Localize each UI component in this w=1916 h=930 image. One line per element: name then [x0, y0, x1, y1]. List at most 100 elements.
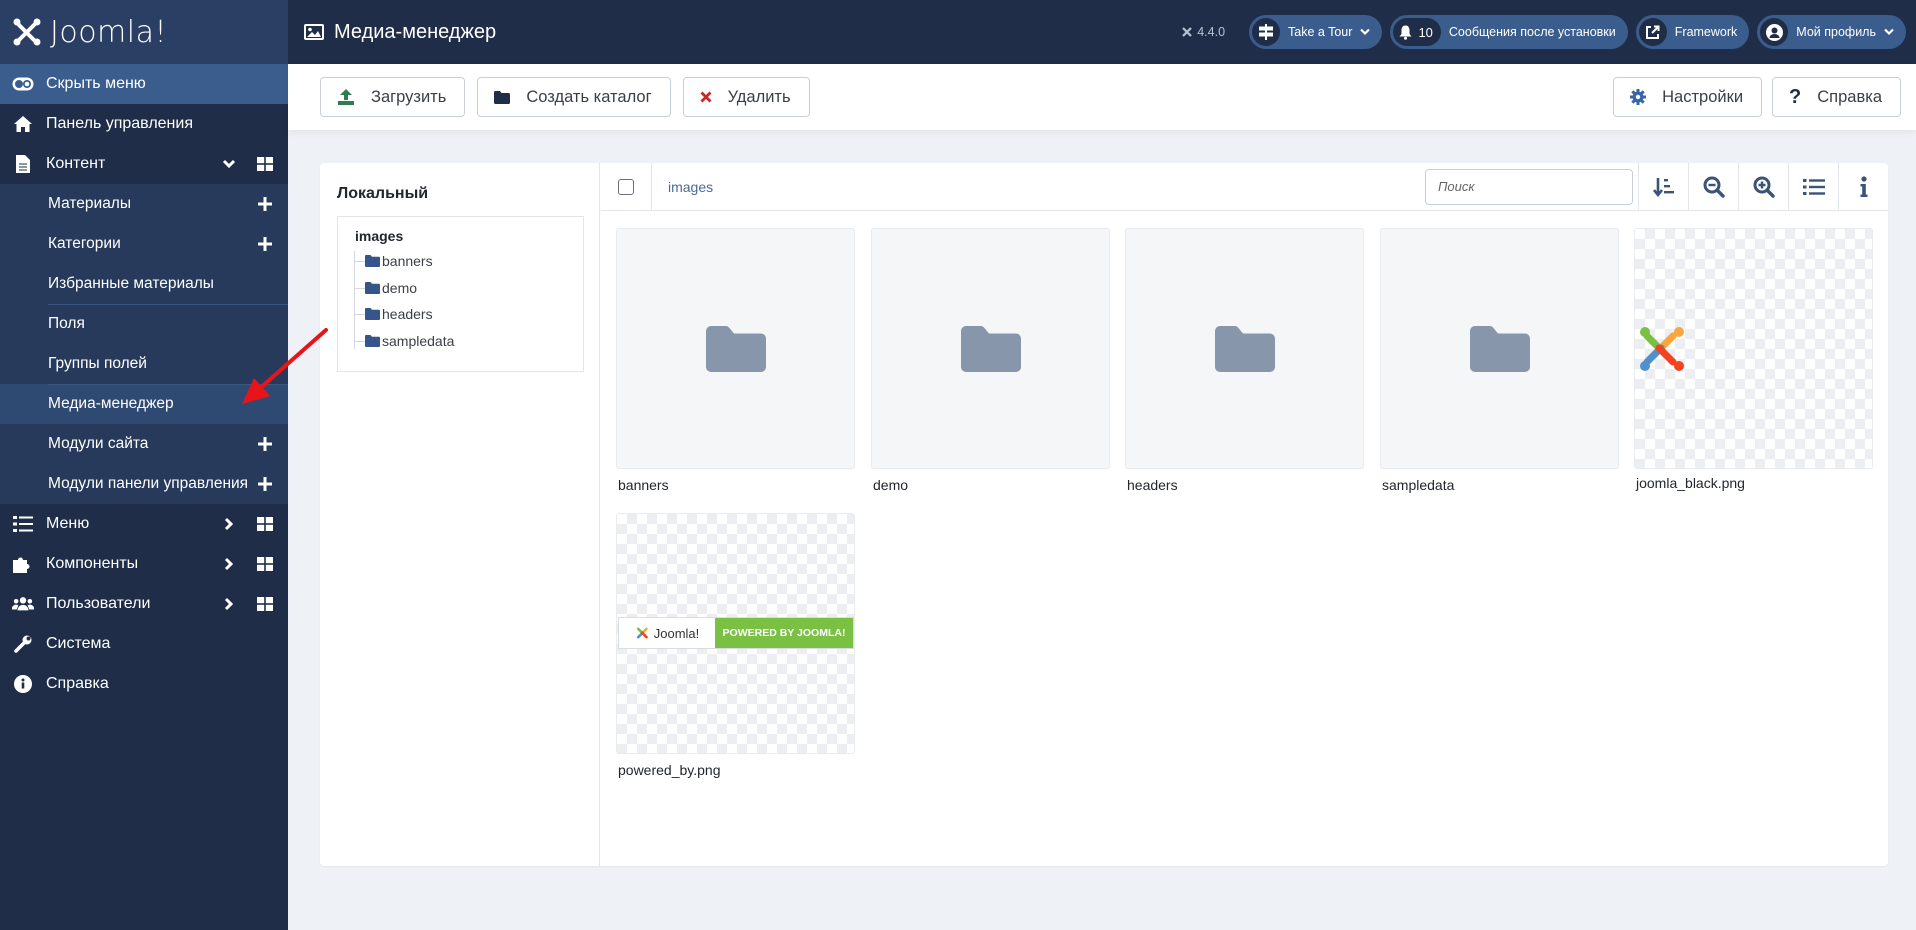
info-button[interactable] — [1838, 162, 1888, 211]
upload-icon — [337, 88, 355, 106]
sidebar-item-menus[interactable]: Меню — [0, 504, 288, 544]
tree-item-headers[interactable]: headers — [354, 304, 433, 324]
plus-icon[interactable] — [254, 433, 276, 455]
plus-icon[interactable] — [254, 473, 276, 495]
tree-root-images[interactable]: images — [355, 228, 403, 244]
media-item-name: powered_by.png — [618, 762, 721, 778]
media-item-folder[interactable]: banners — [616, 228, 855, 493]
my-profile-button[interactable]: Мой профиль — [1757, 15, 1906, 49]
chevron-right-icon[interactable] — [218, 593, 240, 615]
upload-button[interactable]: Загрузить — [320, 77, 466, 117]
tree-item-demo[interactable]: demo — [354, 278, 417, 298]
submenu-item-label: Избранные материалы — [48, 275, 214, 292]
submenu-item-media-manager[interactable]: Медиа-менеджер — [0, 384, 288, 424]
zoom-in-icon — [1753, 176, 1775, 198]
framework-link[interactable]: Framework — [1635, 15, 1750, 49]
home-icon — [12, 113, 34, 135]
logo-text: Joomla! — [50, 14, 168, 50]
media-item-folder[interactable]: sampledata — [1380, 228, 1619, 493]
file-icon — [12, 153, 34, 175]
tree-item-sampledata[interactable]: sampledata — [354, 331, 454, 351]
dashboard-grid-icon[interactable] — [254, 153, 276, 175]
version-text: 4.4.0 — [1197, 25, 1226, 39]
close-icon — [700, 91, 712, 103]
content-submenu: Материалы Категории Избранные материалы … — [0, 184, 288, 504]
submenu-item-featured[interactable]: Избранные материалы — [0, 264, 288, 304]
top-header: Медиа-менеджер 4.4.0 Take a Tour 10 Сооб… — [288, 0, 1916, 64]
zoom-out-button[interactable] — [1688, 162, 1738, 211]
chevron-down-icon — [1360, 28, 1371, 36]
dashboard-grid-icon[interactable] — [254, 553, 276, 575]
help-button[interactable]: ? Справка — [1772, 77, 1901, 117]
media-manager-card: Локальный images banners demo headers sa… — [320, 162, 1888, 866]
joomla-color-logo — [1640, 326, 1684, 371]
submenu-item-categories[interactable]: Категории — [0, 224, 288, 264]
submenu-item-admin-modules[interactable]: Модули панели управления — [0, 464, 288, 504]
sidebar-item-users[interactable]: Пользователи — [0, 584, 288, 624]
submenu-item-site-modules[interactable]: Модули сайта — [0, 424, 288, 464]
page-title-text: Медиа-менеджер — [334, 20, 497, 43]
list-view-button[interactable] — [1788, 162, 1838, 211]
browser-toolbar: images — [601, 162, 1888, 211]
tree-item-banners[interactable]: banners — [354, 251, 433, 271]
folder-thumbnail — [616, 228, 855, 469]
submenu-item-label: Модули сайта — [48, 435, 149, 452]
create-folder-button[interactable]: Создать каталог — [477, 77, 671, 117]
select-all-checkbox[interactable] — [618, 178, 634, 195]
hide-menu-toggle[interactable]: Скрыть меню — [0, 64, 288, 104]
tree-item-label: banners — [382, 253, 433, 269]
chevron-right-icon[interactable] — [218, 553, 240, 575]
take-a-tour-label: Take a Tour — [1288, 25, 1353, 39]
submenu-item-label: Поля — [48, 315, 85, 332]
sidebar-item-components[interactable]: Компоненты — [0, 544, 288, 584]
chevron-right-icon[interactable] — [218, 513, 240, 535]
sidebar-item-label: Пользователи — [46, 595, 151, 612]
plus-icon[interactable] — [254, 233, 276, 255]
sidebar-item-dashboard[interactable]: Панель управления — [0, 104, 288, 144]
info-icon — [12, 673, 34, 695]
options-button[interactable]: Настройки — [1613, 77, 1763, 117]
create-folder-label: Создать каталог — [526, 87, 652, 106]
delete-button[interactable]: Удалить — [682, 77, 810, 117]
media-item-folder[interactable]: headers — [1125, 228, 1364, 493]
submenu-item-label: Категории — [48, 235, 121, 252]
post-install-messages-button[interactable]: 10 Сообщения после установки — [1390, 15, 1628, 49]
submenu-item-articles[interactable]: Материалы — [0, 184, 288, 224]
disk-title: Локальный — [337, 185, 429, 202]
sort-button[interactable] — [1638, 162, 1688, 211]
folder-icon — [365, 308, 380, 320]
search-input[interactable] — [1425, 168, 1633, 205]
gear-icon — [1630, 89, 1647, 105]
sidebar-item-system[interactable]: Система — [0, 624, 288, 664]
zoom-in-button[interactable] — [1738, 162, 1788, 211]
submenu-item-fields[interactable]: Поля — [0, 304, 288, 344]
user-circle-icon — [1760, 18, 1789, 46]
chevron-down-icon — [1884, 28, 1894, 36]
question-icon: ? — [1789, 85, 1802, 108]
chevron-down-icon[interactable] — [218, 153, 240, 175]
breadcrumb-images[interactable]: images — [668, 179, 713, 195]
dashboard-grid-icon[interactable] — [254, 513, 276, 535]
powered-by-banner: Joomla! POWERED BY JOOMLA! — [618, 617, 854, 649]
media-item-folder[interactable]: demo — [871, 228, 1110, 493]
list-icon — [12, 513, 34, 535]
submenu-item-field-groups[interactable]: Группы полей — [0, 344, 288, 384]
select-all-cell — [601, 162, 652, 211]
tree-item-label: headers — [382, 306, 433, 322]
media-item-image[interactable]: joomla_black.png — [1634, 228, 1873, 491]
media-item-name: banners — [618, 477, 669, 493]
take-a-tour-button[interactable]: Take a Tour — [1249, 15, 1383, 49]
sidebar: Joomla! Скрыть меню Панель управления Ко… — [0, 0, 288, 930]
sidebar-item-content[interactable]: Контент — [0, 144, 288, 184]
hide-menu-label: Скрыть меню — [46, 75, 146, 92]
plus-icon[interactable] — [254, 193, 276, 215]
message-count: 10 — [1418, 24, 1433, 40]
folder-icon — [705, 325, 766, 372]
folder-icon — [365, 335, 380, 347]
media-item-image[interactable]: Joomla! POWERED BY JOOMLA! powered_by.pn… — [616, 513, 855, 778]
sidebar-item-help[interactable]: Справка — [0, 664, 288, 704]
toolbar: Загрузить Создать каталог Удалить Настро… — [288, 64, 1916, 130]
joomla-logo[interactable]: Joomla! — [0, 0, 288, 64]
dashboard-grid-icon[interactable] — [254, 593, 276, 615]
image-thumbnail — [1634, 228, 1873, 469]
